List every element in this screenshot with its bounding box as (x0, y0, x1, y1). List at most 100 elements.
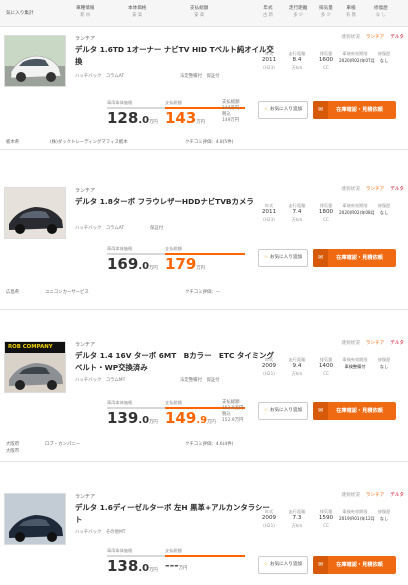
listing-card: ROB COMPANY 達到状況 ランチア デルタ ランチア デルタ 1.4 16V… (0, 336, 408, 462)
car-photo[interactable] (4, 35, 66, 87)
spec-mileage-unit: 万km (291, 217, 303, 222)
add-favorite-button[interactable]: ☆ お気に入り追加 (258, 249, 308, 267)
spec-inspection: 車検有効期限 2019(R01)年12月 (339, 508, 375, 522)
tag-status: 達到状況 (341, 341, 360, 346)
body-type: ハッチバック その他MT (75, 529, 125, 535)
results-header: 気に入り集計 車種情報新 ㊃ 本体価格安 高 支払総額安 高 年式古 新 走行距… (0, 0, 408, 27)
add-favorite-label: お気に入り追加 (269, 255, 303, 260)
spec-repair-value: なし (379, 364, 389, 369)
listing-card: 達到状況 ランチア デルタ ランチア デルタ 1.6ディーゼルターボ 左H 黒革+ア… (0, 488, 408, 585)
spec-repair-label: 修復歴 (377, 51, 391, 56)
sort-inspection[interactable]: 車検有 無 (346, 5, 356, 19)
spec-inspection-value: 2020(R02)年08月 (339, 210, 375, 215)
compare-toggle[interactable]: 気に入り集計 (6, 10, 34, 16)
total-price-int: 179 (165, 255, 197, 273)
sort-price[interactable]: 本体価格安 高 (128, 5, 146, 19)
spec-year-label: 年式 (264, 509, 274, 514)
body-type: ハッチバック コラムMT (75, 377, 125, 383)
total-price-unit: 万円 (207, 420, 216, 425)
feature-tags: 法定整備付 保証付 (180, 377, 220, 383)
spec-mileage: 走行距離 7.3 万km (282, 508, 312, 529)
sort-year-label: 年式 (263, 6, 273, 11)
inquiry-button[interactable]: ✉ 在庫確認・見積依頼 (313, 249, 396, 267)
total-price-unit: 万円 (196, 120, 205, 125)
sort-cc[interactable]: 排気量多 少 (319, 5, 333, 19)
tag-status: 達到状況 (341, 187, 360, 192)
spec-mileage-unit: 万km (291, 523, 303, 528)
add-favorite-button[interactable]: ☆ お気に入り追加 (258, 101, 308, 119)
car-photo-dark (5, 494, 65, 544)
base-price-unit: 万円 (149, 120, 158, 125)
sort-cc-order: 多 少 (320, 13, 331, 18)
add-favorite-button[interactable]: ☆ お気に入り追加 (258, 556, 308, 574)
sort-mileage-order: 多 少 (293, 13, 304, 18)
dealer-name[interactable]: (株)ダックトレーディングマフィス栃木 (50, 139, 128, 145)
sort-year[interactable]: 年式古 新 (263, 5, 273, 19)
mail-icon: ✉ (313, 101, 328, 119)
inquiry-label: 在庫確認・見積依頼 (336, 408, 383, 414)
inquiry-button[interactable]: ✉ 在庫確認・見積依頼 (313, 556, 396, 574)
body-type-text: ハッチバック (75, 530, 102, 535)
spec-repair: 修復歴 なし (371, 50, 397, 64)
sort-mileage[interactable]: 走行距離多 少 (289, 5, 307, 19)
tag-maintenance: 法定整備付 (180, 74, 202, 79)
tag-model[interactable]: デルタ (390, 35, 404, 40)
dealer-name[interactable]: ユニコンカーサービス (45, 289, 89, 295)
spec-mileage-label: 走行距離 (288, 357, 306, 362)
inquiry-label: 在庫確認・見積依頼 (336, 255, 383, 261)
add-favorite-button[interactable]: ☆ お気に入り追加 (258, 402, 308, 420)
star-icon: ☆ (263, 562, 268, 567)
listing-title[interactable]: デルタ 1.8ターボ フラウレザーHDDナビTVBカメラ (75, 196, 275, 208)
mission-text: コラムAT (105, 74, 125, 79)
listing-title[interactable]: デルタ 1.6TD 1オーナー ナビTV HID Tベルト純オイル交換 (75, 44, 275, 68)
listing-title[interactable]: デルタ 1.4 16V ターボ 6MT Bカラー ETC タイミングベルト・WP… (75, 350, 280, 374)
dealer-review[interactable]: クチコミ評価：— (185, 289, 220, 295)
car-photo[interactable] (4, 493, 66, 545)
spec-mileage: 走行距離 8.4 万km (282, 50, 312, 71)
tag-model[interactable]: デルタ (390, 187, 404, 192)
listing-tags: 達到状況 ランチア デルタ (341, 34, 404, 40)
tag-maker[interactable]: ランチア (366, 35, 384, 40)
inquiry-button[interactable]: ✉ 在庫確認・見積依頼 (313, 101, 396, 119)
body-type-text: ハッチバック (75, 74, 102, 79)
sort-model-order: 新 ㊃ (80, 13, 91, 18)
base-price-dec: .0 (138, 563, 150, 574)
tag-maker[interactable]: ランチア (366, 341, 384, 346)
total-price-int: 143 (165, 109, 197, 127)
car-photo[interactable] (4, 187, 66, 239)
spec-mileage-value: 7.4 (292, 209, 302, 215)
inquiry-button[interactable]: ✉ 在庫確認・見積依頼 (313, 402, 396, 420)
tag-model[interactable]: デルタ (390, 493, 404, 498)
maker-name: ランチア (75, 342, 96, 348)
spec-mileage-label: 走行距離 (288, 203, 306, 208)
tag-warranty: 保証付 (206, 74, 220, 79)
tag-warranty: 保証付 (206, 378, 220, 383)
star-icon: ☆ (263, 255, 268, 260)
feature-tags: 保証付 (150, 225, 163, 231)
tag-warranty: 保証付 (150, 226, 164, 231)
sort-repair[interactable]: 修復歴な し (374, 5, 388, 19)
spec-mileage-value: 7.3 (292, 515, 302, 521)
spec-year: 年式 2011 (H23) (254, 202, 284, 223)
spec-cc: 排気量 1400 CC (311, 356, 341, 377)
mail-icon: ✉ (313, 249, 328, 267)
sort-model-label: 車種情報 (76, 6, 95, 11)
inquiry-label: 在庫確認・見積依頼 (336, 562, 383, 568)
spec-repair-label: 修復歴 (377, 357, 391, 362)
tag-maintenance: 法定整備付 (180, 378, 202, 383)
tag-maker[interactable]: ランチア (366, 493, 384, 498)
car-photo[interactable]: ROB COMPANY (4, 341, 66, 393)
dealer-review[interactable]: クチコミ評価：4.6(4件) (185, 441, 233, 447)
sort-total[interactable]: 支払総額安 高 (190, 5, 208, 19)
sort-mileage-label: 走行距離 (289, 6, 308, 11)
tag-maker[interactable]: ランチア (366, 187, 384, 192)
mail-icon: ✉ (313, 402, 328, 420)
spec-year-era: (H21) (263, 523, 275, 528)
spec-year-era: (H23) (263, 217, 275, 222)
listing-title[interactable]: デルタ 1.6ディーゼルターボ 左H 黒革+アルカンタラシート (75, 502, 275, 526)
sort-model[interactable]: 車種情報新 ㊃ (76, 5, 94, 19)
tag-model[interactable]: デルタ (390, 341, 404, 346)
spec-year-label: 年式 (264, 203, 274, 208)
dealer-name[interactable]: ロブ・カンパニー (45, 441, 80, 447)
dealer-review[interactable]: クチコミ評価：4.8(5件) (185, 139, 233, 145)
